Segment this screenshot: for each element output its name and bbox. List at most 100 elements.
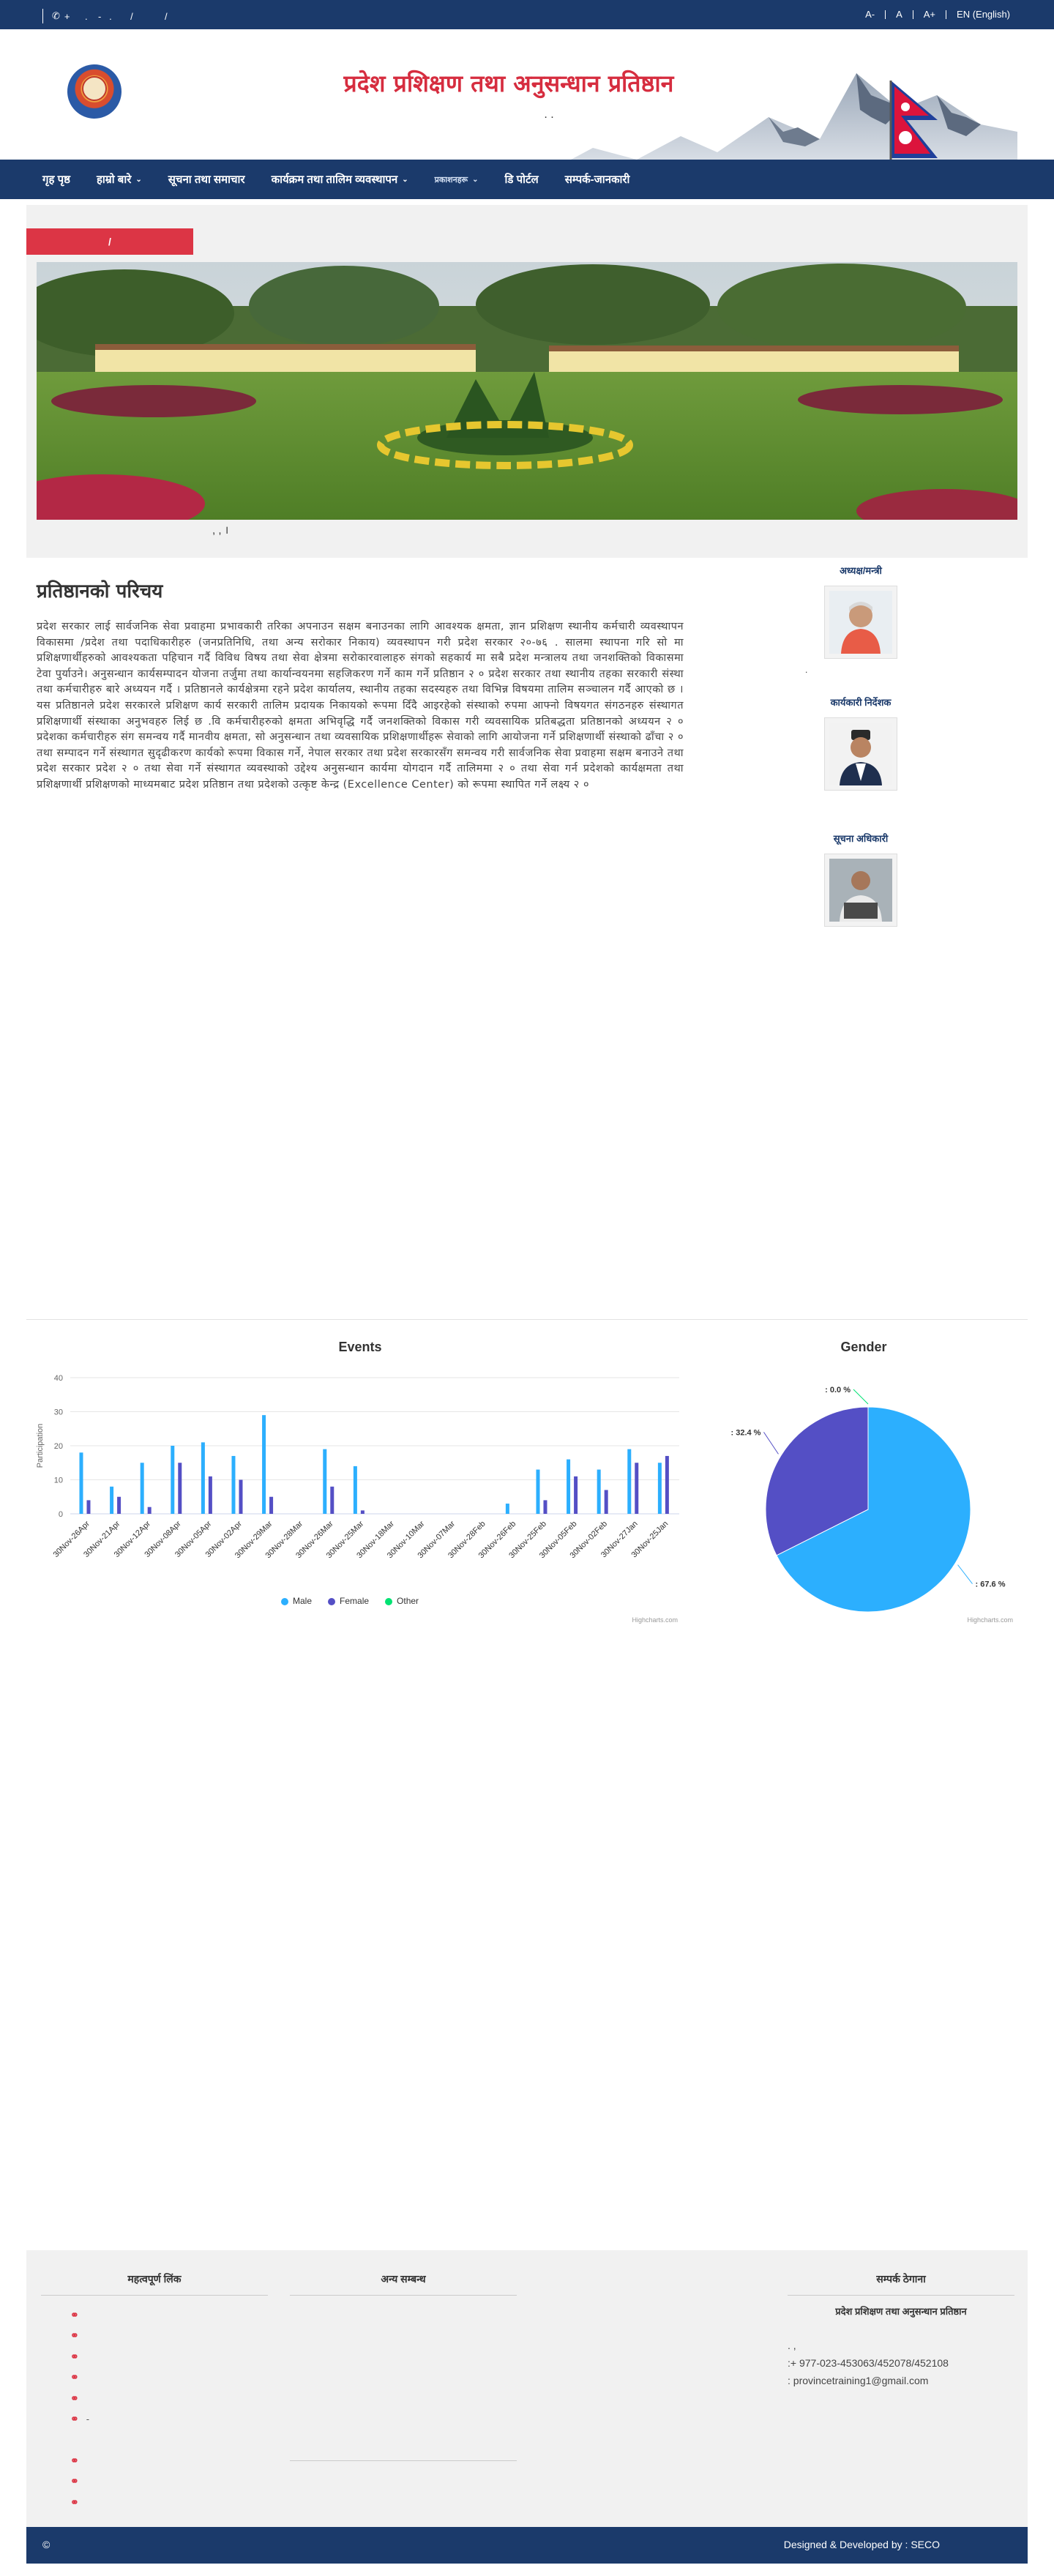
legend-label: Male (293, 1596, 313, 1606)
footer-column-title: सम्पर्क ठेगाना (788, 2272, 1014, 2296)
footer-phone[interactable]: :+ 977-023-453063/452078/452108 (788, 2357, 1014, 2369)
y-tick-label: 0 (59, 1510, 63, 1519)
footer-address: . , (788, 2340, 796, 2351)
footer-link[interactable]: ⚭ - (41, 2409, 268, 2430)
bar-male[interactable] (353, 1466, 357, 1514)
nav-item[interactable]: सम्पर्क-जानकारी (552, 172, 643, 187)
hero-image (37, 262, 1017, 520)
footer-link[interactable]: ⚭ (41, 2367, 268, 2389)
phone-text: . - . / / (74, 10, 168, 22)
bar-male[interactable] (627, 1449, 632, 1514)
link-icon: ⚭ (70, 2371, 79, 2383)
bar-male[interactable] (567, 1459, 571, 1514)
nav-item-label: सम्पर्क-जानकारी (564, 173, 630, 186)
footer-link[interactable]: ⚭ (41, 2492, 268, 2513)
bar-female[interactable] (635, 1463, 639, 1514)
nav-item[interactable]: गृह पृष्ठ (29, 172, 83, 187)
intro-title: प्रतिष्ठानको परिचय (37, 580, 163, 602)
bar-female[interactable] (269, 1496, 274, 1514)
phone-icon: ✆ (52, 10, 60, 21)
events-chart: Events 0 10 20 30 40 Participation 30Nov-26Apr… (32, 1329, 688, 1629)
bar-male[interactable] (140, 1463, 144, 1514)
footer-link[interactable]: ⚭ (41, 2450, 268, 2471)
footer-link[interactable]: ⚭ (41, 2388, 268, 2409)
bar-male[interactable] (597, 1469, 601, 1514)
main-nav: गृह पृष्ठ हाम्रो बारे ⌄ सूचना तथा समाचार कार… (0, 160, 1054, 199)
link-icon: ⚭ (70, 2475, 79, 2487)
official-role: सूचना अधिकारी (833, 833, 889, 844)
bar-female[interactable] (360, 1510, 365, 1514)
chevron-down-icon: ⌄ (402, 175, 408, 184)
divider (42, 9, 43, 23)
bar-female[interactable] (147, 1507, 152, 1514)
bar-male[interactable] (657, 1463, 662, 1514)
nav-item[interactable]: डि पोर्टल (492, 172, 552, 187)
footer-related-body (290, 2304, 517, 2461)
bar-male[interactable] (262, 1415, 266, 1514)
official-photo[interactable] (824, 717, 897, 791)
link-icon: ⚭ (70, 2413, 79, 2425)
official-photo[interactable] (824, 586, 897, 659)
pie-connector (957, 1564, 973, 1584)
bar-male[interactable] (110, 1486, 114, 1514)
nav-item[interactable]: सूचना तथा समाचार (155, 172, 258, 187)
legend-label: Female (340, 1596, 370, 1606)
footer-link-label: - (86, 2413, 90, 2425)
nav-item[interactable]: कार्यक्रम तथा तालिम व्यवस्थापन ⌄ (258, 172, 422, 187)
bottom-bar: © Designed & Developed by : SECO (26, 2527, 1028, 2564)
slide-caption: , , । (212, 524, 229, 537)
chart-legend: Male Female Other (281, 1596, 419, 1606)
nav-item[interactable]: प्रकाशनहरू ⌄ (422, 174, 492, 185)
bar-female[interactable] (574, 1476, 578, 1514)
footer-email[interactable]: : provincetraining1@gmail.com (788, 2375, 1014, 2386)
font-normal-button[interactable]: A (896, 9, 902, 20)
bar-male[interactable] (536, 1469, 540, 1514)
bar-male[interactable] (201, 1442, 205, 1514)
notice-label: / (26, 228, 193, 255)
chart-credit[interactable]: Highcharts.com (967, 1616, 1013, 1624)
bar-female[interactable] (86, 1500, 91, 1514)
footer-links-column: महत्वपूर्ण लिंक ⚭ ⚭ ⚭ ⚭ ⚭ ⚭ - ⚭ ⚭ ⚭ (41, 2272, 268, 2513)
chart-credit[interactable]: Highcharts.com (632, 1616, 678, 1624)
bar-female[interactable] (604, 1490, 608, 1514)
nav-item[interactable]: हाम्रो बारे ⌄ (83, 172, 155, 187)
legend-item-female[interactable]: Female (328, 1596, 369, 1606)
footer-link[interactable]: ⚭ (41, 2304, 268, 2326)
legend-item-other[interactable]: Other (385, 1596, 419, 1606)
footer-link[interactable]: ⚭ (41, 2471, 268, 2493)
footer-column-title: महत्वपूर्ण लिंक (41, 2272, 268, 2296)
bar-male[interactable] (79, 1452, 83, 1514)
footer-links: ⚭ ⚭ ⚭ ⚭ ⚭ ⚭ - ⚭ ⚭ ⚭ (41, 2304, 268, 2513)
phone-prefix: + (64, 10, 70, 22)
y-tick-label: 10 (54, 1476, 63, 1485)
footer-link[interactable]: ⚭ (41, 2326, 268, 2347)
bar-male[interactable] (505, 1504, 509, 1514)
bar-female[interactable] (665, 1455, 669, 1514)
developer-credit[interactable]: Designed & Developed by : SECO (784, 2539, 940, 2550)
language-switch[interactable]: EN (English) (957, 9, 1010, 20)
top-bar: ✆ + . - . / / A- A A+ EN (English) (0, 0, 1054, 29)
legend-item-male[interactable]: Male (281, 1596, 312, 1606)
site-logo[interactable] (67, 64, 122, 119)
bar-female[interactable] (117, 1496, 122, 1514)
font-decrease-button[interactable]: A- (865, 9, 875, 20)
bar-female[interactable] (208, 1476, 212, 1514)
official-name: . (805, 665, 808, 675)
divider (885, 10, 886, 19)
official-role: अध्यक्ष/मन्त्री (840, 565, 882, 576)
font-increase-button[interactable]: A+ (924, 9, 935, 20)
official-card: अध्यक्ष/मन्त्री . (805, 564, 916, 675)
footer-link[interactable]: ⚭ (41, 2346, 268, 2367)
legend-label: Other (397, 1596, 419, 1606)
bar-male[interactable] (231, 1455, 236, 1514)
bar-female[interactable] (330, 1486, 334, 1514)
nav-item-label: कार्यक्रम तथा तालिम व्यवस्थापन (271, 173, 398, 186)
bar-female[interactable] (239, 1479, 243, 1515)
bar-male[interactable] (171, 1446, 175, 1514)
official-photo[interactable] (824, 854, 897, 927)
gender-chart-plot: : 67.6 %: 32.4 %: 0.0 % (730, 1386, 1006, 1613)
bar-female[interactable] (178, 1463, 182, 1514)
site-footer: महत्वपूर्ण लिंक ⚭ ⚭ ⚭ ⚭ ⚭ ⚭ - ⚭ ⚭ ⚭ अन्य सम्बन्ध … (26, 2250, 1028, 2527)
bar-female[interactable] (543, 1500, 547, 1514)
bar-male[interactable] (323, 1449, 327, 1514)
